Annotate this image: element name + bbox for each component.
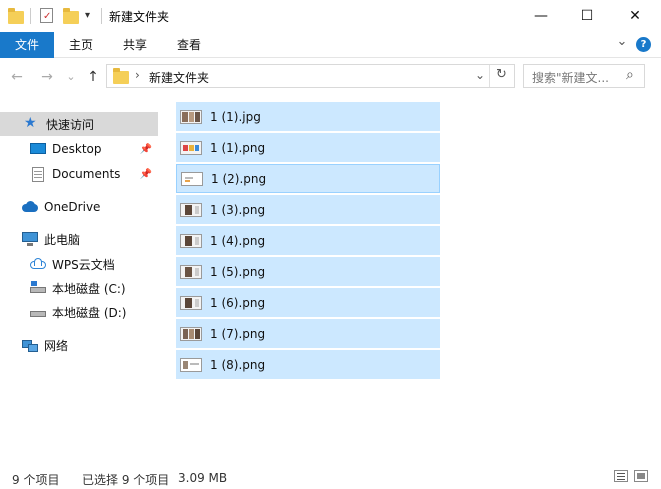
tab-view[interactable]: 查看 <box>166 32 212 58</box>
tab-file[interactable]: 文件 <box>0 32 54 58</box>
desktop-icon <box>30 142 46 156</box>
drive-icon <box>30 305 46 319</box>
sidebar-item-drive-d[interactable]: 本地磁盘 (D:) <box>0 300 158 324</box>
ribbon-tabs: 文件 主页 共享 查看 ⌄ ? <box>0 32 661 58</box>
properties-icon[interactable]: ✓ <box>39 7 55 25</box>
search-input[interactable]: 搜索"新建文... <box>532 69 609 86</box>
sidebar-item-label: 快速访问 <box>46 117 95 132</box>
pin-icon[interactable]: 📌 <box>140 144 152 155</box>
close-button[interactable]: ✕ <box>612 0 658 32</box>
network-icon <box>22 338 38 352</box>
sidebar-item-this-pc[interactable]: 此电脑 <box>0 227 158 251</box>
sidebar-item-label: 此电脑 <box>44 232 81 247</box>
cloud-icon <box>22 200 38 214</box>
sidebar-item-label: 网络 <box>44 338 69 353</box>
folder-icon <box>113 68 129 84</box>
wps-cloud-icon <box>30 257 46 271</box>
sidebar-item-label: WPS云文档 <box>52 257 115 272</box>
image-thumbnail-icon <box>180 140 202 155</box>
selection-count: 已选择 9 个项目 <box>82 473 170 487</box>
new-folder-icon[interactable] <box>63 7 79 25</box>
window-title: 新建文件夹 <box>109 10 170 24</box>
breadcrumb-separator[interactable]: › <box>135 68 140 82</box>
minimize-button[interactable]: — <box>518 0 564 32</box>
address-dropdown-button[interactable]: ⌄ <box>475 68 485 82</box>
refresh-button[interactable]: ↻ <box>496 67 507 82</box>
file-item[interactable]: 1 (5).png <box>176 257 440 286</box>
sidebar-item-onedrive[interactable]: OneDrive <box>0 195 158 219</box>
image-thumbnail-icon <box>180 264 202 279</box>
breadcrumb-current[interactable]: 新建文件夹 <box>149 69 209 86</box>
file-name: 1 (7).png <box>210 326 266 341</box>
forward-button[interactable]: → <box>38 68 56 86</box>
file-name: 1 (2).png <box>211 171 267 186</box>
status-bar: 9 个项目 已选择 9 个项目 3.09 MB <box>0 466 661 489</box>
file-name: 1 (1).jpg <box>210 109 261 124</box>
title-bar: ✓ ▾ 新建文件夹 — ☐ ✕ <box>0 0 661 32</box>
help-icon[interactable]: ? <box>636 37 651 52</box>
divider <box>101 8 102 24</box>
sidebar-item-label: Desktop <box>52 142 102 156</box>
image-thumbnail-icon <box>181 171 203 186</box>
image-thumbnail-icon <box>180 109 202 124</box>
sidebar-item-wps-cloud[interactable]: WPS云文档 <box>0 252 158 276</box>
search-box[interactable]: 搜索"新建文... ⌕ <box>523 64 645 88</box>
sidebar-item-network[interactable]: 网络 <box>0 333 158 357</box>
file-item[interactable]: 1 (8).png <box>176 350 440 379</box>
details-view-icon[interactable] <box>614 470 628 482</box>
divider <box>489 65 490 87</box>
expand-ribbon-icon[interactable]: ⌄ <box>614 34 630 54</box>
file-item[interactable]: 1 (1).png <box>176 133 440 162</box>
divider <box>30 8 31 24</box>
recent-locations-button[interactable]: ⌄ <box>62 68 80 86</box>
file-name: 1 (8).png <box>210 357 266 372</box>
tab-home[interactable]: 主页 <box>58 32 104 58</box>
file-name: 1 (3).png <box>210 202 266 217</box>
tab-share[interactable]: 共享 <box>112 32 158 58</box>
file-item[interactable]: 1 (4).png <box>176 226 440 255</box>
file-name: 1 (1).png <box>210 140 266 155</box>
up-button[interactable]: ↑ <box>84 68 102 86</box>
address-bar[interactable]: › 新建文件夹 ⌄ ↻ <box>106 64 515 88</box>
image-thumbnail-icon <box>180 233 202 248</box>
large-icons-view-icon[interactable] <box>634 470 648 482</box>
pin-icon[interactable]: 📌 <box>140 169 152 180</box>
image-thumbnail-icon <box>180 295 202 310</box>
star-icon: ★ <box>24 115 37 131</box>
file-item[interactable]: 1 (7).png <box>176 319 440 348</box>
drive-icon <box>30 281 46 295</box>
image-thumbnail-icon <box>180 357 202 372</box>
documents-icon <box>30 167 46 182</box>
file-item[interactable]: 1 (2).png <box>176 164 440 193</box>
search-icon[interactable]: ⌕ <box>626 67 634 83</box>
sidebar-item-label: OneDrive <box>44 200 101 214</box>
navigation-pane: ★ 快速访问 Desktop 📌 Documents 📌 OneDrive 此电… <box>0 100 160 460</box>
sidebar-item-label: Documents <box>52 167 121 181</box>
selection-size: 3.09 MB <box>178 471 228 485</box>
file-item[interactable]: 1 (6).png <box>176 288 440 317</box>
sidebar-item-drive-c[interactable]: 本地磁盘 (C:) <box>0 276 158 300</box>
file-item[interactable]: 1 (1).jpg <box>176 102 440 131</box>
computer-icon <box>22 232 38 246</box>
sidebar-item-label: 本地磁盘 (C:) <box>52 281 126 296</box>
image-thumbnail-icon <box>180 326 202 341</box>
sidebar-item-documents[interactable]: Documents 📌 <box>0 162 158 186</box>
file-item[interactable]: 1 (3).png <box>176 195 440 224</box>
image-thumbnail-icon <box>180 202 202 217</box>
maximize-button[interactable]: ☐ <box>564 0 610 32</box>
file-name: 1 (5).png <box>210 264 266 279</box>
item-count: 9 个项目 <box>12 473 60 487</box>
back-button[interactable]: ← <box>8 68 26 86</box>
sidebar-item-quick-access[interactable]: ★ 快速访问 <box>0 112 158 136</box>
file-name: 1 (6).png <box>210 295 266 310</box>
sidebar-item-desktop[interactable]: Desktop 📌 <box>0 137 158 161</box>
customize-toolbar-icon[interactable]: ▾ <box>85 7 97 25</box>
folder-icon[interactable] <box>8 7 24 25</box>
sidebar-item-label: 本地磁盘 (D:) <box>52 305 127 320</box>
file-name: 1 (4).png <box>210 233 266 248</box>
